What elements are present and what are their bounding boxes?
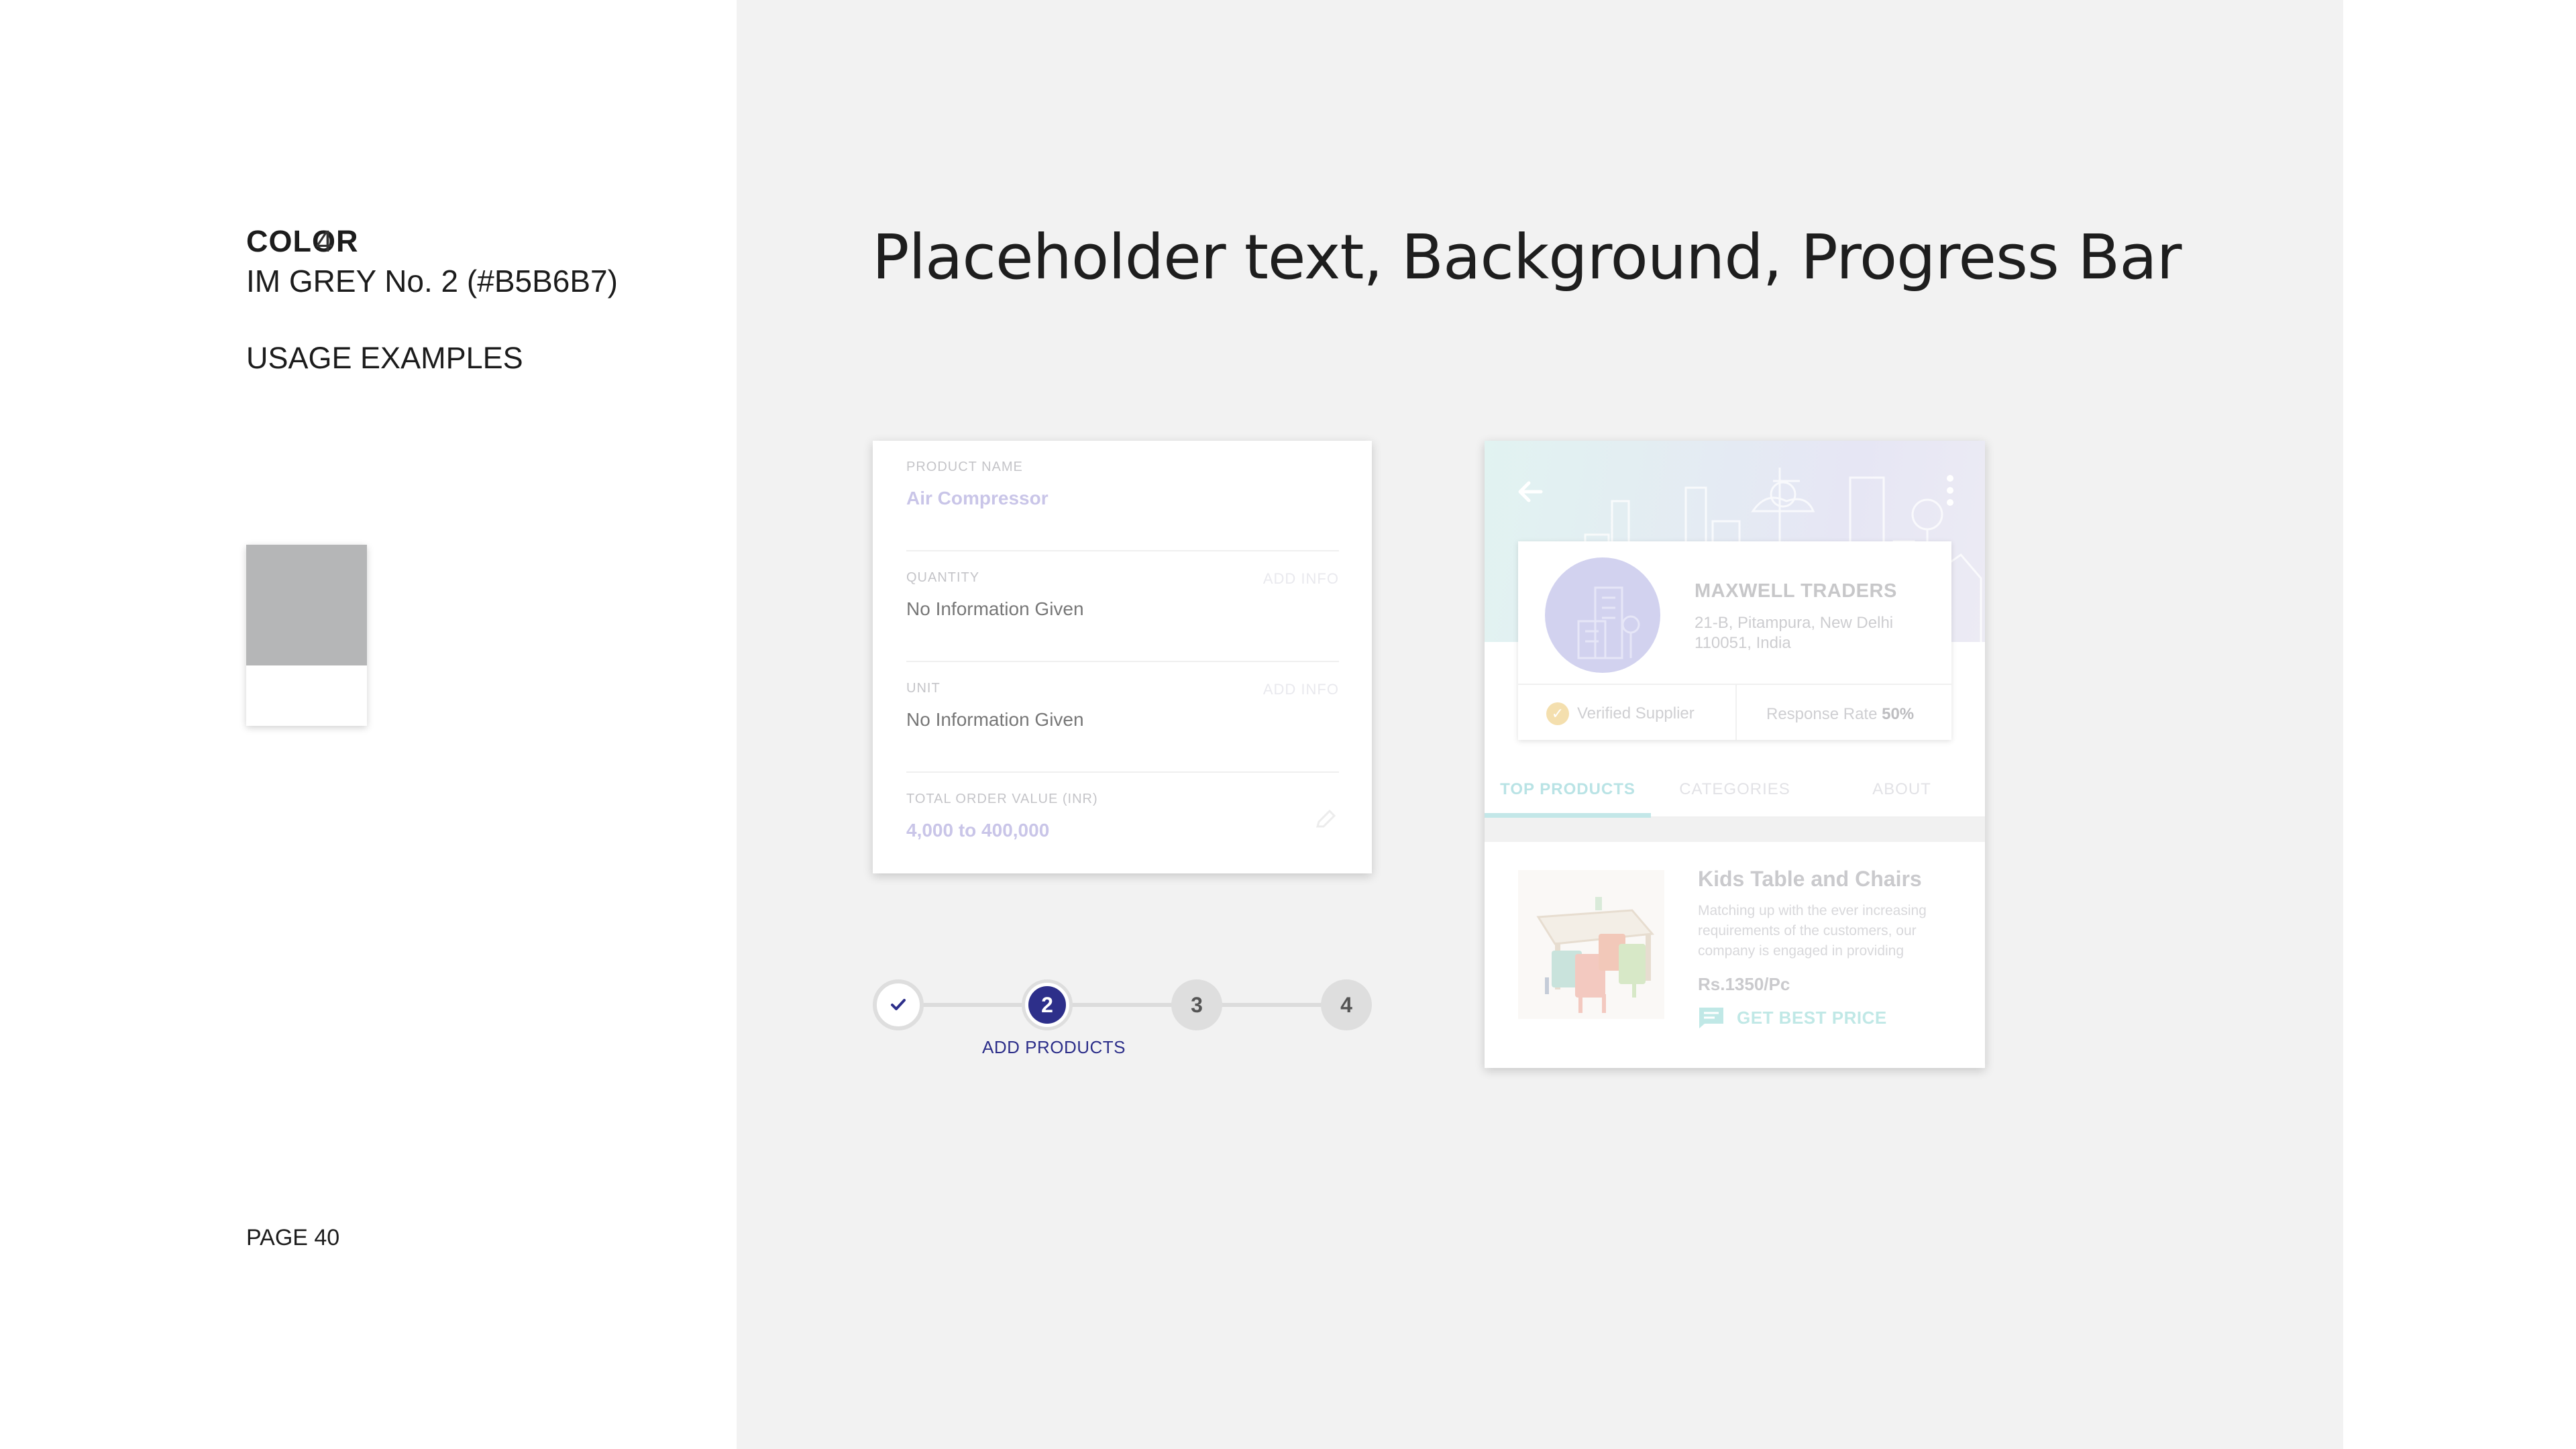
color-number: 4 [316,224,334,258]
verified-supplier-badge: ✓ Verified Supplier [1546,702,1695,725]
right-margin [2343,0,2576,1449]
description-line: requirements of the customers, our [1698,923,1917,938]
product-form-card: PRODUCT NAME Air Compressor QUANTITY No … [873,441,1372,873]
add-info-button[interactable]: ADD INFO [1263,570,1339,588]
supplier-profile-card: MAXWELL TRADERS 21-B, Pitampura, New Del… [1485,441,1985,1068]
color-swatch [246,545,367,726]
field-label: TOTAL ORDER VALUE (INR) [906,792,1098,806]
field-value: No Information Given [906,709,1084,730]
field-label: PRODUCT NAME [906,460,1023,474]
stepper-track [900,1003,1346,1007]
progress-stepper: 2 3 4 ADD PRODUCTS [873,979,1373,1060]
company-name: MAXWELL TRADERS [1695,580,1897,602]
description-line: Matching up with the ever increasing [1698,903,1927,918]
info-divider [1518,684,1951,685]
color-label: COLOR [246,224,359,258]
address-line: 110051, India [1695,634,1791,652]
page-title: Placeholder text, Background, Progress B… [872,221,2182,293]
tab-about[interactable]: ABOUT [1819,763,1985,816]
company-avatar [1545,557,1660,673]
product-description: Matching up with the ever increasing req… [1698,901,1966,961]
field-value: 4,000 to 400,000 [906,820,1050,841]
chat-icon [1699,1008,1723,1028]
field-unit[interactable]: UNIT No Information Given ADD INFO [906,662,1339,773]
verified-label: Verified Supplier [1577,704,1695,722]
step-2-active[interactable]: 2 [1022,979,1073,1030]
more-options-icon[interactable] [1943,473,1957,508]
product-price: Rs.1350/Pc [1698,974,1790,994]
field-product-name[interactable]: PRODUCT NAME Air Compressor [906,441,1339,551]
step-number: 2 [1028,986,1066,1024]
tab-top-products[interactable]: TOP PRODUCTS [1485,763,1651,818]
color-name: IM GREY No. 2 (#B5B6B7) [246,264,618,299]
checkmark-icon [891,999,906,1010]
left-panel: COLOR 4 IM GREY No. 2 (#B5B6B7) USAGE EX… [0,0,737,1449]
swatch-color-block [246,545,367,665]
usage-examples-label: USAGE EXAMPLES [246,341,523,375]
building-icon [1577,586,1640,659]
field-quantity[interactable]: QUANTITY No Information Given ADD INFO [906,551,1339,662]
add-info-button[interactable]: ADD INFO [1263,681,1339,698]
verified-check-icon: ✓ [1546,702,1569,725]
tab-categories[interactable]: CATEGORIES [1652,763,1818,816]
response-rate-label: Response Rate [1766,705,1878,723]
active-step-label: ADD PRODUCTS [982,1037,1126,1057]
get-best-price-button[interactable]: GET BEST PRICE [1698,1006,1887,1029]
supplier-info-card: MAXWELL TRADERS 21-B, Pitampura, New Del… [1518,541,1951,740]
product-image[interactable] [1518,870,1664,1019]
response-rate-value: 50% [1882,705,1915,723]
section-separator [1485,818,1985,842]
company-address: 21-B, Pitampura, New Delhi 110051, India [1695,613,1936,653]
response-rate: Response Rate 50% [1766,705,1914,724]
edit-pencil-icon[interactable] [1312,806,1339,833]
product-title[interactable]: Kids Table and Chairs [1698,867,1922,892]
profile-tabs: TOP PRODUCTS CATEGORIES ABOUT [1485,763,1985,818]
address-line: 21-B, Pitampura, New Delhi [1695,614,1894,632]
field-value: Air Compressor [906,488,1049,508]
field-value: No Information Given [906,598,1084,619]
description-line: company is engaged in providing [1698,943,1904,959]
page-number: PAGE 40 [246,1225,340,1250]
step-1-completed[interactable] [873,979,924,1030]
field-total-order-value[interactable]: TOTAL ORDER VALUE (INR) 4,000 to 400,000 [906,773,1339,873]
field-label: QUANTITY [906,570,980,585]
get-best-price-label: GET BEST PRICE [1737,1007,1887,1028]
step-4[interactable]: 4 [1321,979,1372,1030]
info-vertical-divider [1735,685,1737,740]
step-3[interactable]: 3 [1171,979,1222,1030]
color-heading: COLOR 4 [246,224,359,259]
field-label: UNIT [906,681,941,696]
back-arrow-icon[interactable] [1514,476,1546,508]
